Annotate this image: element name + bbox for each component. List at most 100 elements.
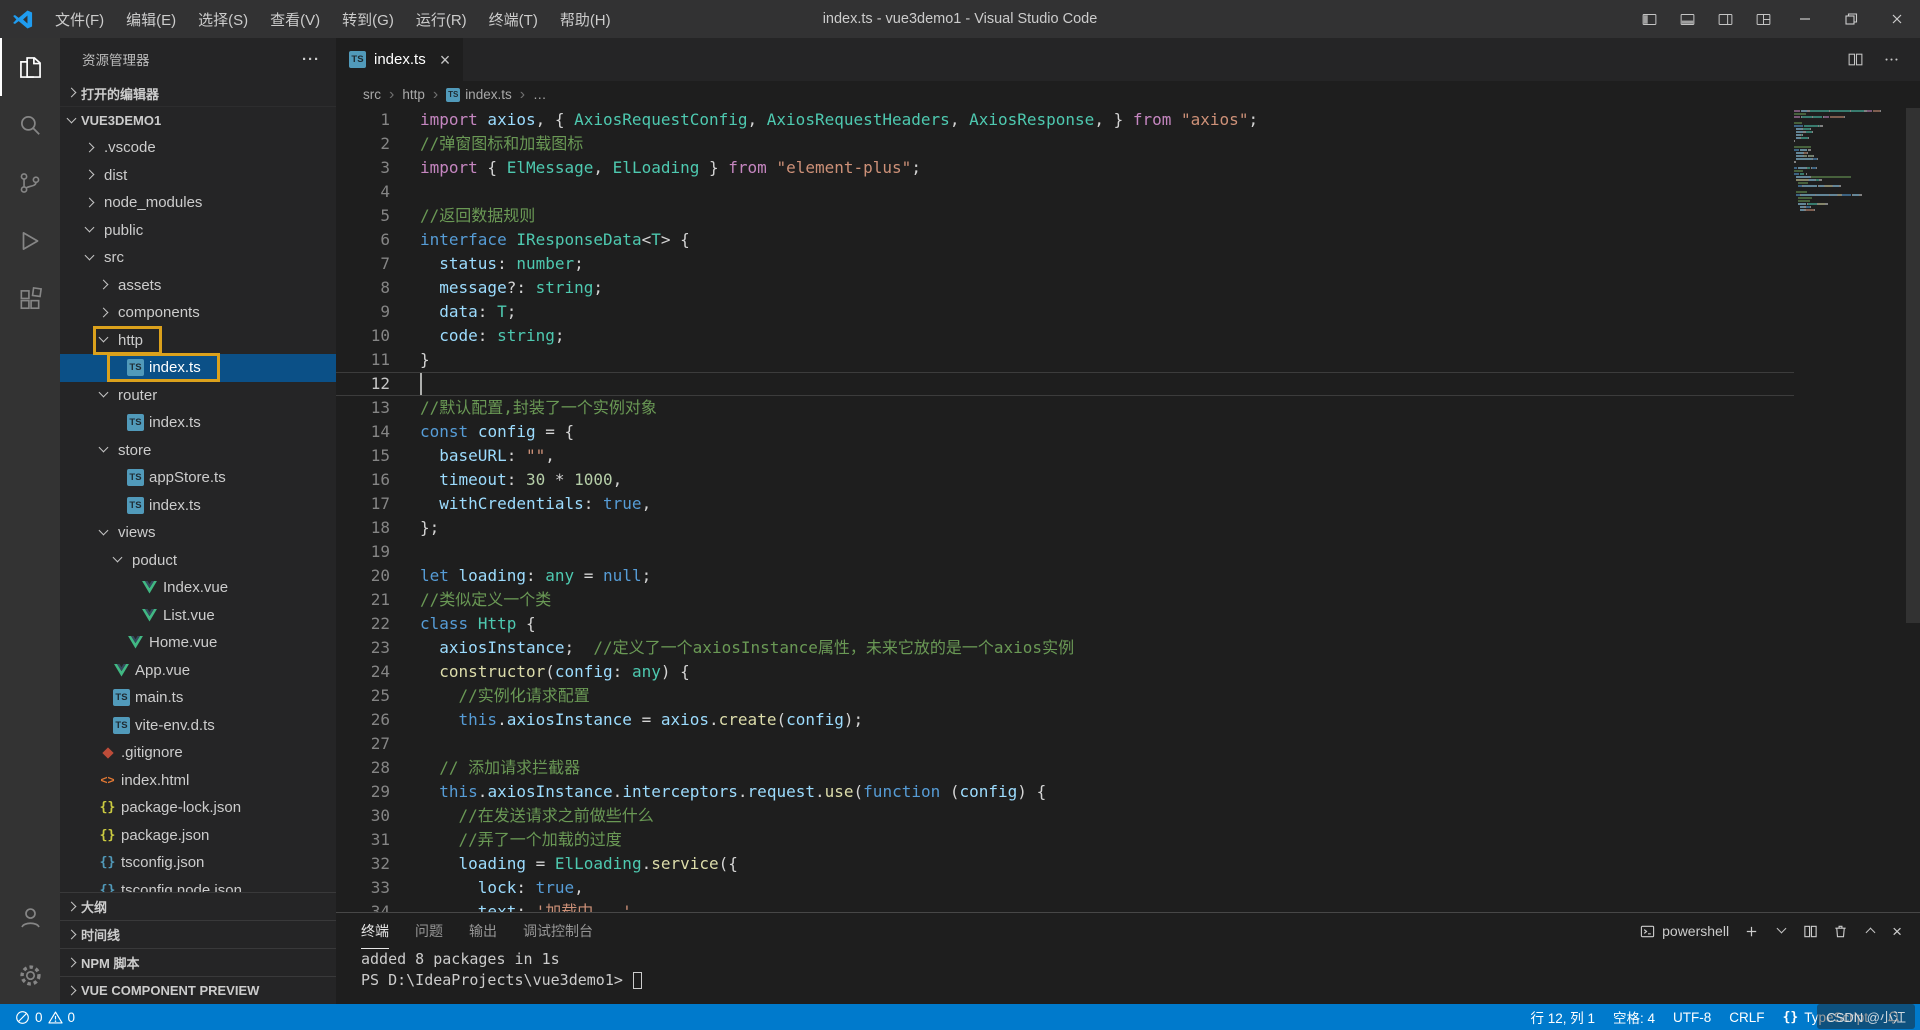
shell-selector[interactable]: powershell bbox=[1640, 923, 1729, 939]
tree-item-.gitignore-22[interactable]: .gitignore bbox=[60, 739, 336, 767]
sidebar-section-3[interactable]: VUE COMPONENT PREVIEW bbox=[60, 976, 336, 1004]
code-content[interactable]: import axios, { AxiosRequestConfig, Axio… bbox=[420, 108, 1920, 912]
tree-item-appStore.ts-12[interactable]: TS appStore.ts bbox=[60, 464, 336, 492]
encoding[interactable]: UTF-8 bbox=[1664, 1010, 1720, 1025]
line-number-22[interactable]: 22 bbox=[336, 612, 390, 636]
line-number-21[interactable]: 21 bbox=[336, 588, 390, 612]
split-terminal-icon[interactable] bbox=[1803, 924, 1818, 939]
line-number-17[interactable]: 17 bbox=[336, 492, 390, 516]
line-number-11[interactable]: 11 bbox=[336, 348, 390, 372]
close-panel-icon[interactable]: × bbox=[1892, 923, 1902, 940]
code-line-1[interactable]: import axios, { AxiosRequestConfig, Axio… bbox=[420, 108, 1920, 132]
line-number-7[interactable]: 7 bbox=[336, 252, 390, 276]
menu-item-7[interactable]: 帮助(H) bbox=[549, 0, 622, 38]
toggle-sidebar-icon[interactable] bbox=[1630, 0, 1668, 38]
breadcrumb-item-1[interactable]: http bbox=[402, 87, 425, 102]
toggle-panel-icon[interactable] bbox=[1668, 0, 1706, 38]
code-line-34[interactable]: text: '加载中...', bbox=[420, 900, 1920, 912]
activity-search[interactable] bbox=[0, 96, 60, 154]
code-line-33[interactable]: lock: true, bbox=[420, 876, 1920, 900]
tree-item-poduct-15[interactable]: poduct bbox=[60, 547, 336, 575]
tree-item-public-3[interactable]: public bbox=[60, 217, 336, 245]
split-editor-icon[interactable] bbox=[1840, 45, 1870, 75]
sidebar-section-0[interactable]: 大纲 bbox=[60, 892, 336, 920]
line-number-14[interactable]: 14 bbox=[336, 420, 390, 444]
code-line-13[interactable]: //默认配置,封装了一个实例对象 bbox=[420, 396, 1920, 420]
panel-tab-2[interactable]: 输出 bbox=[469, 913, 497, 949]
terminal-dropdown-icon[interactable] bbox=[1774, 923, 1788, 939]
code-line-32[interactable]: loading = ElLoading.service({ bbox=[420, 852, 1920, 876]
panel-tab-0[interactable]: 终端 bbox=[361, 913, 389, 949]
line-number-23[interactable]: 23 bbox=[336, 636, 390, 660]
code-line-3[interactable]: import { ElMessage, ElLoading } from "el… bbox=[420, 156, 1920, 180]
tree-item-main.ts-20[interactable]: TS main.ts bbox=[60, 684, 336, 712]
terminal-content[interactable]: added 8 packages in 1s PS D:\IdeaProject… bbox=[336, 949, 1920, 1004]
line-number-2[interactable]: 2 bbox=[336, 132, 390, 156]
minimize-button[interactable] bbox=[1782, 0, 1828, 38]
line-number-34[interactable]: 34 bbox=[336, 900, 390, 912]
tree-item-store-11[interactable]: store bbox=[60, 437, 336, 465]
activity-extensions[interactable] bbox=[0, 270, 60, 328]
line-number-32[interactable]: 32 bbox=[336, 852, 390, 876]
tree-item-http-7[interactable]: http bbox=[60, 325, 336, 355]
code-line-21[interactable]: //类似定义一个类 bbox=[420, 588, 1920, 612]
tab-index-ts[interactable]: TS index.ts × bbox=[336, 38, 464, 81]
line-number-28[interactable]: 28 bbox=[336, 756, 390, 780]
restore-button[interactable] bbox=[1828, 0, 1874, 38]
tree-item-Index.vue-16[interactable]: Index.vue bbox=[60, 574, 336, 602]
code-line-2[interactable]: //弹窗图标和加载图标 bbox=[420, 132, 1920, 156]
customize-layout-icon[interactable] bbox=[1744, 0, 1782, 38]
breadcrumb-item-0[interactable]: src bbox=[363, 87, 381, 102]
tree-item-App.vue-19[interactable]: App.vue bbox=[60, 657, 336, 685]
project-root[interactable]: VUE3DEMO1 bbox=[60, 107, 336, 134]
line-number-12[interactable]: 12 bbox=[336, 372, 390, 396]
code-line-25[interactable]: //实例化请求配置 bbox=[420, 684, 1920, 708]
code-editor[interactable]: 1 2 3 4 5 6 7 8 9 10 11 12 13 14 15 16 17 18 19 20 21 22 23 24 2… bbox=[336, 108, 1920, 912]
tree-item-components-6[interactable]: components bbox=[60, 299, 336, 327]
code-line-14[interactable]: const config = { bbox=[420, 420, 1920, 444]
code-line-9[interactable]: data: T; bbox=[420, 300, 1920, 324]
code-line-12[interactable] bbox=[420, 372, 1920, 396]
line-number-19[interactable]: 19 bbox=[336, 540, 390, 564]
line-number-24[interactable]: 24 bbox=[336, 660, 390, 684]
code-line-31[interactable]: //弄了一个加载的过度 bbox=[420, 828, 1920, 852]
account-button[interactable] bbox=[0, 888, 60, 946]
more-actions-icon[interactable] bbox=[1876, 45, 1906, 75]
code-line-28[interactable]: // 添加请求拦截器 bbox=[420, 756, 1920, 780]
sidebar-section-2[interactable]: NPM 脚本 bbox=[60, 948, 336, 976]
sidebar-section-1[interactable]: 时间线 bbox=[60, 920, 336, 948]
line-number-29[interactable]: 29 bbox=[336, 780, 390, 804]
line-number-27[interactable]: 27 bbox=[336, 732, 390, 756]
code-line-22[interactable]: class Http { bbox=[420, 612, 1920, 636]
code-line-18[interactable]: }; bbox=[420, 516, 1920, 540]
panel-tab-3[interactable]: 调试控制台 bbox=[523, 913, 593, 949]
line-number-30[interactable]: 30 bbox=[336, 804, 390, 828]
line-number-8[interactable]: 8 bbox=[336, 276, 390, 300]
toggle-secondary-sidebar-icon[interactable] bbox=[1706, 0, 1744, 38]
editor-scrollbar[interactable] bbox=[1906, 108, 1920, 912]
code-line-30[interactable]: //在发送请求之前做些什么 bbox=[420, 804, 1920, 828]
line-number-1[interactable]: 1 bbox=[336, 108, 390, 132]
line-number-25[interactable]: 25 bbox=[336, 684, 390, 708]
tree-item-index.ts-13[interactable]: TS index.ts bbox=[60, 492, 336, 520]
maximize-panel-icon[interactable] bbox=[1863, 923, 1877, 939]
code-line-15[interactable]: baseURL: "", bbox=[420, 444, 1920, 468]
tree-item-tsconfig.node.json-27[interactable]: {} tsconfig.node.json bbox=[60, 877, 336, 892]
indentation[interactable]: 空格: 4 bbox=[1604, 1007, 1664, 1027]
menu-item-0[interactable]: 文件(F) bbox=[44, 0, 115, 38]
eol-sequence[interactable]: CRLF bbox=[1720, 1010, 1773, 1025]
code-line-7[interactable]: status: number; bbox=[420, 252, 1920, 276]
activity-explorer[interactable] bbox=[0, 38, 60, 96]
breadcrumb-item-3[interactable]: … bbox=[533, 87, 547, 102]
line-number-6[interactable]: 6 bbox=[336, 228, 390, 252]
settings-button[interactable] bbox=[0, 946, 60, 1004]
code-line-20[interactable]: let loading: any = null; bbox=[420, 564, 1920, 588]
code-line-17[interactable]: withCredentials: true, bbox=[420, 492, 1920, 516]
breadcrumb-item-2[interactable]: TS index.ts bbox=[446, 87, 512, 102]
tree-item-index.html-23[interactable]: <> index.html bbox=[60, 767, 336, 795]
tree-item-List.vue-17[interactable]: List.vue bbox=[60, 602, 336, 630]
code-line-6[interactable]: interface IResponseData<T> { bbox=[420, 228, 1920, 252]
line-number-18[interactable]: 18 bbox=[336, 516, 390, 540]
tree-item-Home.vue-18[interactable]: Home.vue bbox=[60, 629, 336, 657]
tree-item-views-14[interactable]: views bbox=[60, 519, 336, 547]
